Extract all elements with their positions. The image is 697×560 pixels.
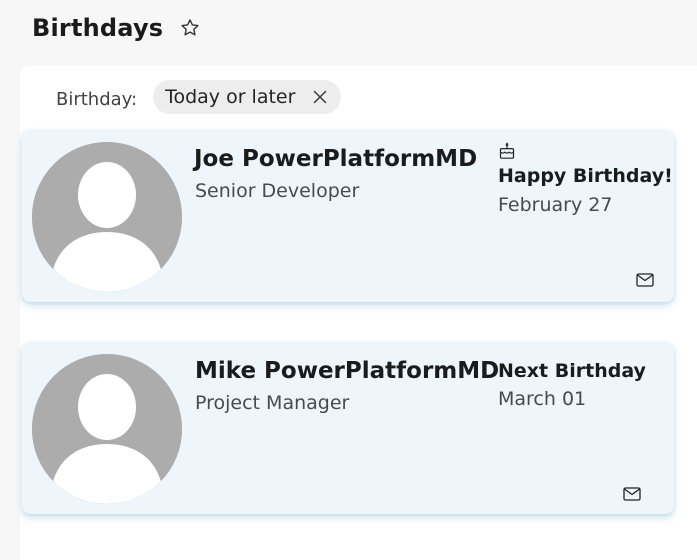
person-name: Mike PowerPlatformMD: [195, 358, 500, 384]
person-role: Project Manager: [195, 392, 350, 414]
star-icon[interactable]: [179, 17, 201, 39]
filter-chip[interactable]: Today or later: [153, 80, 342, 114]
birthdays-page: Birthdays Birthday: Today or later Joe P…: [0, 0, 697, 560]
birthday-card[interactable]: Joe PowerPlatformMD Senior Developer Hap…: [22, 130, 674, 302]
page-title: Birthdays: [32, 14, 164, 42]
page-header: Birthdays: [32, 14, 201, 42]
birthday-date: March 01: [498, 388, 587, 410]
birthday-card[interactable]: Mike PowerPlatformMD Project Manager Nex…: [22, 342, 674, 514]
birthday-status: Next Birthday: [498, 360, 646, 382]
birthday-date: February 27: [498, 194, 613, 216]
avatar: [32, 354, 182, 504]
close-icon[interactable]: [313, 90, 327, 104]
birthday-status: Happy Birthday!: [498, 165, 673, 187]
avatar: [32, 142, 182, 292]
person-name: Joe PowerPlatformMD: [194, 146, 478, 172]
person-role: Senior Developer: [195, 180, 360, 202]
filter-chip-label: Today or later: [165, 86, 296, 108]
mail-icon[interactable]: [636, 273, 654, 287]
filter-label: Birthday:: [56, 88, 138, 110]
mail-icon[interactable]: [623, 487, 641, 501]
birthday-list-panel: Birthday: Today or later Joe PowerPlatfo…: [20, 66, 697, 560]
filter-row: Birthday: Today or later: [56, 80, 342, 114]
birthday-cake-icon: [499, 142, 515, 159]
